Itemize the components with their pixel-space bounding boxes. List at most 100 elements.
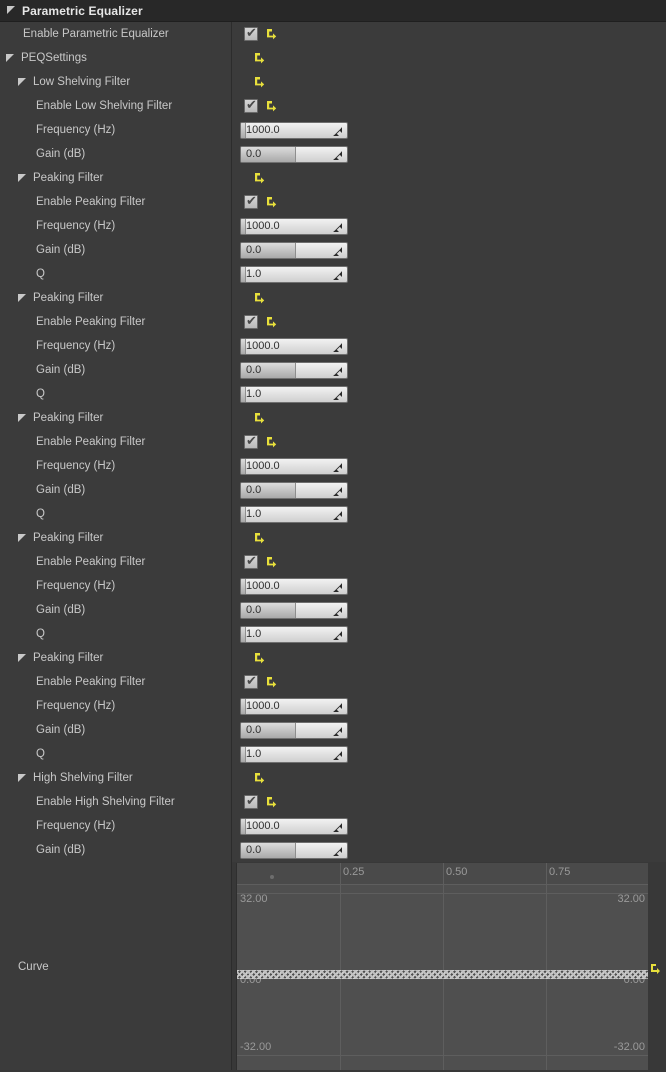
reset-to-default-icon[interactable]: [253, 652, 265, 664]
property-label-enable-peaking-filter-2: Enable Peaking Filter: [0, 310, 232, 334]
spinbox-peaking-4-gain[interactable]: 0.0: [240, 601, 348, 619]
drag-resize-icon[interactable]: [332, 270, 343, 281]
property-label-peaking-filter-5[interactable]: Peaking Filter: [0, 646, 232, 670]
property-value-peaking-2-gain: 0.0: [232, 358, 666, 382]
checkbox-enable-peaking-filter-1[interactable]: ✔: [244, 195, 258, 209]
reset-to-default-icon[interactable]: [253, 292, 265, 304]
drag-resize-icon[interactable]: [332, 126, 343, 137]
spinbox-peaking-2-gain[interactable]: 0.0: [240, 361, 348, 379]
triangle-down-icon[interactable]: [18, 773, 27, 783]
checkbox-enable-parametric-equalizer[interactable]: ✔: [244, 27, 258, 41]
drag-resize-icon[interactable]: [332, 606, 343, 617]
reset-to-default-icon[interactable]: [253, 52, 265, 64]
property-row: PEQSettings: [0, 46, 666, 70]
reset-to-default-icon[interactable]: [253, 172, 265, 184]
drag-resize-icon[interactable]: [332, 510, 343, 521]
spinbox-peaking-4-q[interactable]: 1.0: [240, 625, 348, 643]
property-label-text: Frequency (Hz): [36, 340, 116, 352]
property-label-peaking-filter-2[interactable]: Peaking Filter: [0, 286, 232, 310]
drag-resize-icon[interactable]: [332, 366, 343, 377]
property-label-high-shelving-filter[interactable]: High Shelving Filter: [0, 766, 232, 790]
triangle-down-icon[interactable]: [7, 6, 16, 15]
spinbox-peaking-2-q[interactable]: 1.0: [240, 385, 348, 403]
property-label-peaking-filter-4[interactable]: Peaking Filter: [0, 526, 232, 550]
property-value-peaking-2-q: 1.0: [232, 382, 666, 406]
property-label-low-shelving-filter[interactable]: Low Shelving Filter: [0, 70, 232, 94]
reset-to-default-icon[interactable]: [649, 961, 661, 974]
property-value-peaking-4-q: 1.0: [232, 622, 666, 646]
triangle-down-icon[interactable]: [18, 77, 27, 87]
reset-to-default-icon[interactable]: [265, 196, 277, 208]
spinbox-peaking-5-q[interactable]: 1.0: [240, 745, 348, 763]
drag-resize-icon[interactable]: [332, 630, 343, 641]
triangle-down-icon[interactable]: [18, 293, 27, 303]
spinbox-peaking-1-q[interactable]: 1.0: [240, 265, 348, 283]
property-row: Peaking Filter: [0, 166, 666, 190]
triangle-down-icon[interactable]: [18, 173, 27, 183]
drag-resize-icon[interactable]: [332, 582, 343, 593]
triangle-down-icon[interactable]: [18, 653, 27, 663]
spinbox-peaking-4-frequency[interactable]: 1000.0: [240, 577, 348, 595]
triangle-down-icon[interactable]: [18, 413, 27, 423]
drag-resize-icon[interactable]: [332, 462, 343, 473]
spinbox-peaking-5-gain[interactable]: 0.0: [240, 721, 348, 739]
spinbox-peaking-2-frequency[interactable]: 1000.0: [240, 337, 348, 355]
property-row: High Shelving Filter: [0, 766, 666, 790]
property-value-peaking-4-gain: 0.0: [232, 598, 666, 622]
graph-x-tick-label: 0.25: [343, 866, 365, 878]
checkbox-enable-low-shelving-filter[interactable]: ✔: [244, 99, 258, 113]
spinbox-high-shelving-frequency[interactable]: 1000.0: [240, 817, 348, 835]
property-label-peaking-filter-3[interactable]: Peaking Filter: [0, 406, 232, 430]
reset-to-default-icon[interactable]: [265, 676, 277, 688]
drag-resize-icon[interactable]: [332, 390, 343, 401]
curve-key-marker-dot[interactable]: [270, 875, 274, 879]
reset-to-default-icon[interactable]: [253, 412, 265, 424]
spinbox-peaking-1-frequency[interactable]: 1000.0: [240, 217, 348, 235]
checkbox-enable-peaking-filter-4[interactable]: ✔: [244, 555, 258, 569]
spinbox-low-shelving-gain[interactable]: 0.0: [240, 145, 348, 163]
spinbox-low-shelving-frequency[interactable]: 1000.0: [240, 121, 348, 139]
drag-resize-icon[interactable]: [332, 750, 343, 761]
drag-resize-icon[interactable]: [332, 342, 343, 353]
drag-resize-icon[interactable]: [332, 846, 343, 857]
drag-resize-icon[interactable]: [332, 822, 343, 833]
spinbox-peaking-5-frequency[interactable]: 1000.0: [240, 697, 348, 715]
reset-to-default-icon[interactable]: [265, 28, 277, 40]
reset-to-default-icon[interactable]: [265, 796, 277, 808]
reset-to-default-icon[interactable]: [253, 772, 265, 784]
checkbox-enable-peaking-filter-5[interactable]: ✔: [244, 675, 258, 689]
property-value-low-shelving-filter: [232, 70, 666, 94]
curve-series-line[interactable]: [237, 970, 648, 979]
reset-to-default-icon[interactable]: [265, 436, 277, 448]
reset-to-default-icon[interactable]: [265, 100, 277, 112]
spinbox-peaking-1-gain[interactable]: 0.0: [240, 241, 348, 259]
spinbox-high-shelving-gain[interactable]: 0.0: [240, 841, 348, 859]
reset-to-default-icon[interactable]: [265, 316, 277, 328]
curve-editor-graph[interactable]: 0.25 0.50 0.75 32.00 32.00 0.00 0.00 -32.00 -32.…: [236, 863, 648, 1071]
property-label-text: Frequency (Hz): [36, 700, 116, 712]
drag-resize-icon[interactable]: [332, 222, 343, 233]
property-row: Gain (dB) 0.0: [0, 478, 666, 502]
drag-resize-icon[interactable]: [332, 726, 343, 737]
property-label-peaking-filter-1[interactable]: Peaking Filter: [0, 166, 232, 190]
drag-resize-icon[interactable]: [332, 150, 343, 161]
spinbox-peaking-3-q[interactable]: 1.0: [240, 505, 348, 523]
drag-resize-icon[interactable]: [332, 702, 343, 713]
property-label-peqsettings[interactable]: PEQSettings: [0, 46, 232, 70]
triangle-down-icon[interactable]: [18, 533, 27, 543]
reset-to-default-icon[interactable]: [265, 556, 277, 568]
reset-to-default-icon[interactable]: [253, 532, 265, 544]
reset-to-default-icon[interactable]: [253, 76, 265, 88]
checkbox-enable-peaking-filter-2[interactable]: ✔: [244, 315, 258, 329]
checkbox-enable-high-shelving-filter[interactable]: ✔: [244, 795, 258, 809]
drag-resize-icon[interactable]: [332, 486, 343, 497]
spinbox-peaking-3-gain[interactable]: 0.0: [240, 481, 348, 499]
checkbox-enable-peaking-filter-3[interactable]: ✔: [244, 435, 258, 449]
spinbox-value: 1000.0: [246, 580, 280, 592]
triangle-down-icon[interactable]: [6, 53, 15, 63]
curve-row-label: Curve: [0, 862, 232, 1072]
graph-horizontal-gridline: [237, 893, 648, 894]
drag-resize-icon[interactable]: [332, 246, 343, 257]
category-header-parametric-equalizer[interactable]: Parametric Equalizer: [0, 0, 666, 22]
spinbox-peaking-3-frequency[interactable]: 1000.0: [240, 457, 348, 475]
